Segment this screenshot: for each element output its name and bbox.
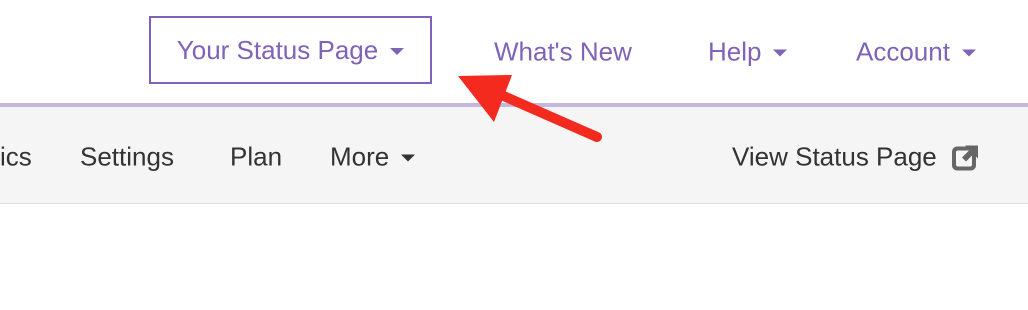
top-navigation-bar: Your Status Page What's New Help Account [0,0,1028,104]
settings-label: Settings [80,141,174,172]
whats-new-label: What's New [494,36,632,67]
view-status-page-link[interactable]: View Status Page [732,142,979,173]
subnav-item-partial[interactable]: ics [0,142,32,173]
help-label: Help [708,36,762,67]
caret-down-icon [961,49,976,57]
caret-down-icon [773,49,788,57]
external-link-icon [951,145,978,170]
caret-down-icon [390,47,405,55]
caret-down-icon [401,154,416,162]
more-label: More [330,141,390,172]
whats-new-link[interactable]: What's New [494,37,632,68]
sub-navigation-bar: ics Settings Plan More View Status Page [0,107,1028,204]
subnav-item-plan[interactable]: Plan [230,142,282,173]
help-dropdown[interactable]: Help [708,36,788,68]
your-status-page-dropdown[interactable]: Your Status Page [149,16,432,84]
account-dropdown[interactable]: Account [856,37,976,68]
subnav-more-dropdown[interactable]: More [330,141,416,173]
subnav-item-settings[interactable]: Settings [80,142,174,173]
subnav-partial-label: ics [0,141,32,172]
your-status-page-label: Your Status Page [176,34,379,65]
account-label: Account [856,36,950,67]
view-status-page-label: View Status Page [732,141,937,172]
plan-label: Plan [230,141,283,172]
